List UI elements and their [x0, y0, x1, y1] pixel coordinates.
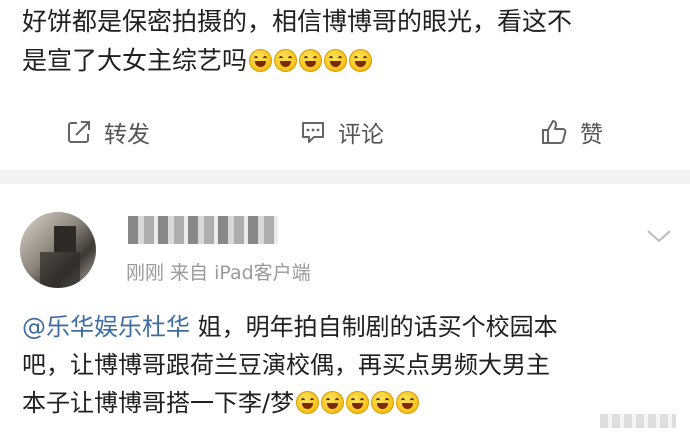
- grinning-face-emoji-icon: [346, 391, 370, 414]
- mention-link[interactable]: @乐华娱乐杜华: [22, 313, 190, 341]
- username-redacted[interactable]: [128, 216, 278, 244]
- grinning-face-emoji-icon: [299, 49, 323, 72]
- like-button[interactable]: 赞: [540, 104, 603, 160]
- grinning-face-emoji-icon: [396, 391, 420, 414]
- grinning-face-emoji-icon: [349, 49, 373, 72]
- grinning-face-emoji-icon: [249, 49, 273, 72]
- grinning-face-emoji-icon: [371, 391, 395, 414]
- post-action-bar: 转发 评论 赞: [0, 104, 690, 160]
- grinning-face-emoji-icon: [274, 49, 298, 72]
- comment-line-3: 本子让博博哥搭一下李/梦: [22, 384, 682, 422]
- grinning-face-emoji-icon: [321, 391, 345, 414]
- chevron-down-icon[interactable]: [646, 228, 672, 244]
- post-line-1: 好饼都是保密拍摄的，相信博博哥的眼光，看这不: [22, 7, 573, 36]
- comment-line-1-text: 姐，明年拍自制剧的话买个校园本: [190, 313, 558, 341]
- avatar[interactable]: [20, 212, 96, 288]
- comment-icon: [302, 122, 324, 143]
- watermark-redacted: [600, 414, 676, 428]
- comment-line-2: 吧，让博博哥跟荷兰豆演校偶，再买点男频大男主: [22, 351, 550, 379]
- comment-button[interactable]: 评论: [300, 104, 384, 160]
- like-label: 赞: [580, 122, 603, 148]
- repost-label: 转发: [104, 122, 150, 148]
- repost-button[interactable]: 转发: [66, 104, 150, 160]
- comment-label: 评论: [338, 122, 384, 148]
- post-text: 好饼都是保密拍摄的，相信博博哥的眼光，看这不 是宣了大女主综艺吗: [22, 2, 682, 80]
- comment-meta: 刚刚 来自 iPad客户端: [126, 262, 311, 284]
- thumbs-up-icon: [542, 120, 567, 144]
- repost-icon: [68, 121, 90, 143]
- comment-line-3-text: 本子让博博哥搭一下李/梦: [22, 389, 295, 417]
- section-divider: [0, 170, 690, 184]
- comment-line-1: @乐华娱乐杜华 姐，明年拍自制剧的话买个校园本: [22, 308, 682, 346]
- grinning-face-emoji-icon: [324, 49, 348, 72]
- post-line-2-text: 是宣了大女主综艺吗: [22, 46, 248, 75]
- comment-text: @乐华娱乐杜华 姐，明年拍自制剧的话买个校园本 吧，让博博哥跟荷兰豆演校偶，再买…: [22, 308, 682, 422]
- grinning-face-emoji-icon: [296, 391, 320, 414]
- post-line-2: 是宣了大女主综艺吗: [22, 41, 682, 80]
